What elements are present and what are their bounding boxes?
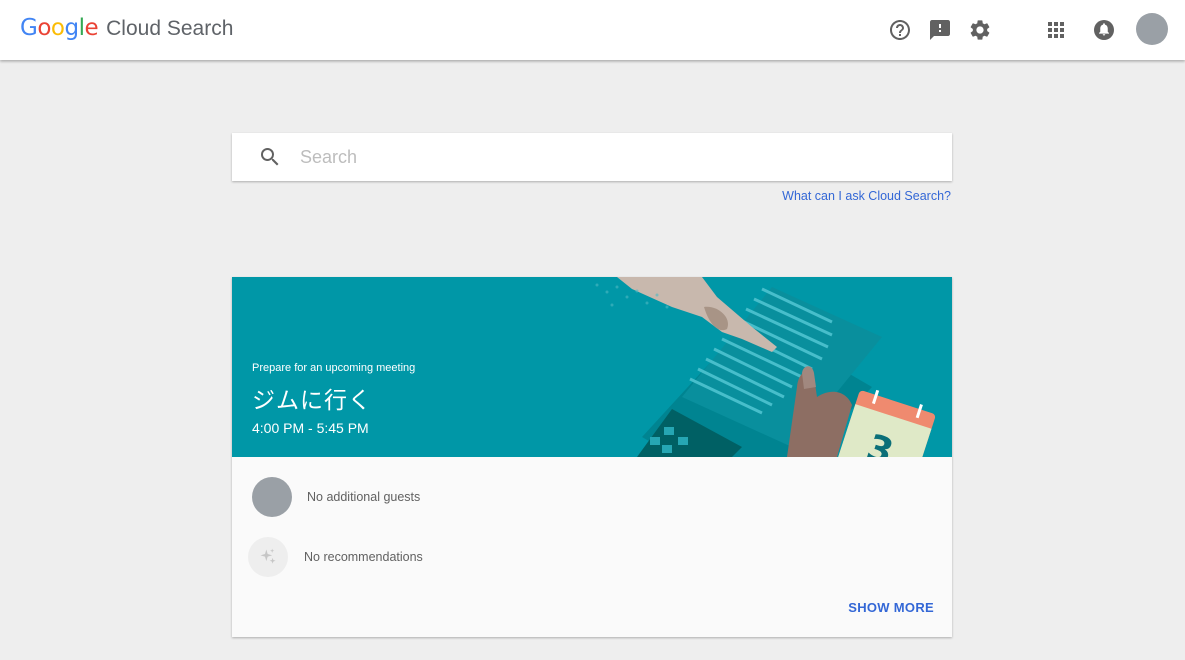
- sparkle-icon: [248, 537, 288, 577]
- search-icon[interactable]: [258, 145, 282, 169]
- guests-text: No additional guests: [307, 490, 421, 504]
- settings-icon[interactable]: [964, 14, 996, 46]
- logo-letter: o: [50, 15, 65, 41]
- meeting-title[interactable]: ジムに行く: [252, 381, 372, 415]
- logo-letter: g: [64, 15, 79, 41]
- account-avatar[interactable]: [1136, 13, 1168, 45]
- logo-letter: G: [20, 15, 38, 41]
- search-bar[interactable]: [232, 133, 952, 181]
- recommendations-row: No recommendations: [248, 537, 423, 577]
- google-wordmark: Google: [20, 15, 99, 41]
- top-app-bar: Google Cloud Search: [0, 0, 1185, 60]
- google-cloud-search-logo[interactable]: Google Cloud Search: [20, 15, 233, 41]
- guest-avatar: [252, 477, 292, 517]
- meeting-banner: 3 Prepare for an upcoming meeting ジムに行く …: [232, 277, 952, 457]
- logo-letter: e: [84, 15, 99, 41]
- meeting-card: 3 Prepare for an upcoming meeting ジムに行く …: [232, 277, 952, 637]
- recommendations-text: No recommendations: [304, 550, 423, 564]
- product-name: Cloud Search: [106, 17, 234, 40]
- meeting-time: 4:00 PM - 5:45 PM: [252, 420, 369, 436]
- notifications-icon[interactable]: [1088, 14, 1120, 46]
- apps-icon[interactable]: [1040, 14, 1072, 46]
- help-icon[interactable]: [884, 14, 916, 46]
- guests-row: No additional guests: [252, 477, 420, 517]
- feedback-icon[interactable]: [924, 14, 956, 46]
- meeting-kicker: Prepare for an upcoming meeting: [252, 362, 416, 374]
- search-input[interactable]: [300, 133, 920, 181]
- logo-letter: o: [37, 15, 51, 41]
- search-help-link[interactable]: What can I ask Cloud Search?: [782, 189, 951, 203]
- show-more-button[interactable]: SHOW MORE: [848, 600, 934, 615]
